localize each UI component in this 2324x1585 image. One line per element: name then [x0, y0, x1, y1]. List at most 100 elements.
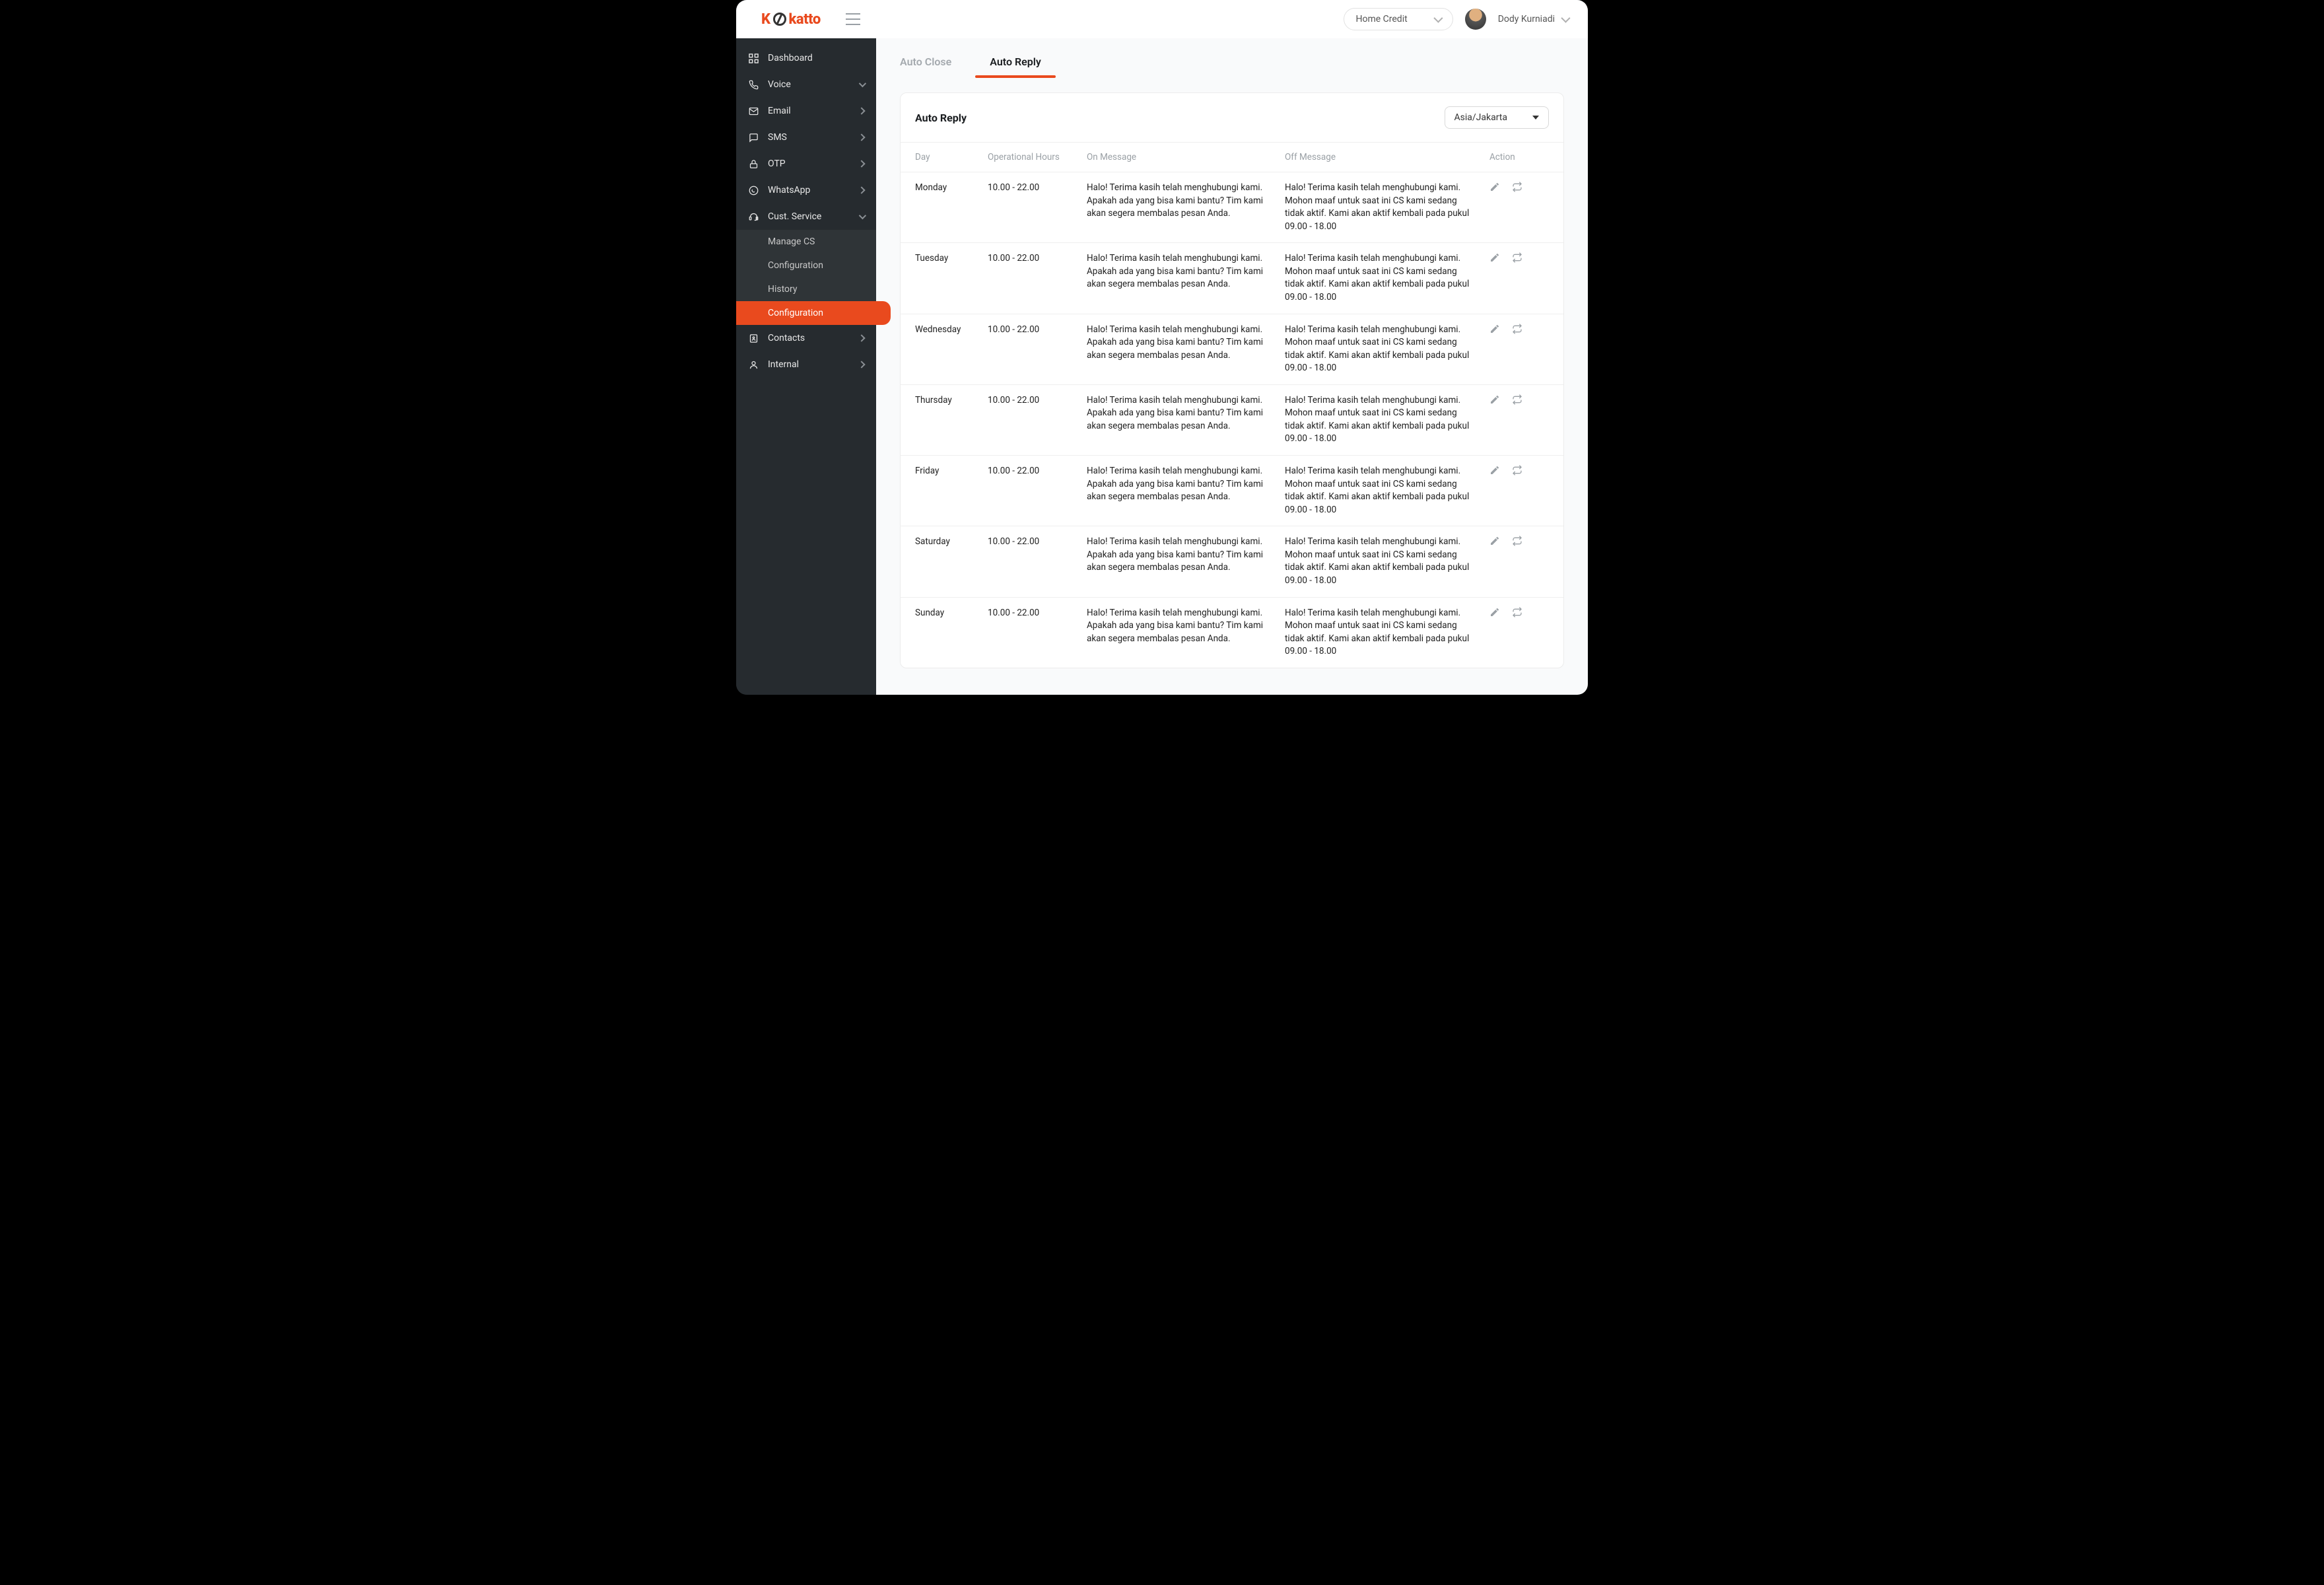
chevron-right-icon	[858, 361, 865, 368]
sidebar-item-internal[interactable]: Internal	[736, 351, 876, 378]
sidebar-item-whatsapp[interactable]: WhatsApp	[736, 177, 876, 203]
cell-day: Monday	[915, 182, 988, 195]
chevron-right-icon	[858, 186, 865, 194]
sidebar-item-dashboard[interactable]: Dashboard	[736, 45, 876, 71]
table-row: Friday10.00 - 22.00Halo! Terima kasih te…	[901, 456, 1563, 526]
cell-actions	[1489, 607, 1549, 617]
repeat-icon[interactable]	[1512, 536, 1522, 546]
cell-day: Saturday	[915, 536, 988, 549]
cell-on-message: Halo! Terima kasih telah menghubungi kam…	[1087, 607, 1285, 646]
chevron-down-icon	[1433, 14, 1443, 23]
avatar[interactable]	[1465, 9, 1486, 30]
user-icon	[748, 359, 759, 370]
sidebar-item-label: Cust. Service	[768, 211, 821, 222]
cell-actions	[1489, 324, 1549, 334]
cell-actions	[1489, 536, 1549, 546]
sidebar-item-voice[interactable]: Voice	[736, 71, 876, 98]
cell-on-message: Halo! Terima kasih telah menghubungi kam…	[1087, 252, 1285, 291]
user-selector[interactable]: Dody Kurniadi	[1498, 14, 1568, 24]
repeat-icon[interactable]	[1512, 607, 1522, 617]
edit-icon[interactable]	[1489, 607, 1500, 617]
chevron-right-icon	[858, 160, 865, 167]
repeat-icon[interactable]	[1512, 182, 1522, 192]
submenu-configuration-active[interactable]: Configuration	[736, 301, 891, 325]
sidebar-item-label: Dashboard	[768, 53, 813, 63]
cell-on-message: Halo! Terima kasih telah menghubungi kam…	[1087, 536, 1285, 575]
cell-off-message: Halo! Terima kasih telah menghubungi kam…	[1285, 182, 1489, 233]
tabs: Auto Close Auto Reply	[900, 38, 1564, 78]
table-row: Sunday10.00 - 22.00Halo! Terima kasih te…	[901, 598, 1563, 668]
cell-hours: 10.00 - 22.00	[988, 465, 1087, 478]
sidebar-item-cust-service[interactable]: Cust. Service	[736, 203, 876, 230]
logo-k: K	[761, 11, 770, 28]
user-name: Dody Kurniadi	[1498, 14, 1555, 24]
content-area: Auto Close Auto Reply Auto Reply Asia/Ja…	[876, 38, 1588, 695]
timezone-selector[interactable]: Asia/Jakarta	[1445, 106, 1550, 129]
grid-icon	[748, 53, 759, 63]
submenu-configuration-1[interactable]: Configuration	[736, 254, 876, 277]
sidebar-item-sms[interactable]: SMS	[736, 124, 876, 151]
auto-reply-card: Auto Reply Asia/Jakarta Day Operational …	[900, 92, 1564, 668]
edit-icon[interactable]	[1489, 182, 1500, 192]
edit-icon[interactable]	[1489, 394, 1500, 405]
org-selector[interactable]: Home Credit	[1344, 8, 1453, 30]
contacts-icon	[748, 333, 759, 343]
card-header: Auto Reply Asia/Jakarta	[901, 93, 1563, 143]
sidebar-item-label: Voice	[768, 79, 791, 90]
chevron-down-icon	[1561, 14, 1570, 23]
app-window: K katto Home Credit Dody Kurniadi Dashbo…	[736, 0, 1588, 695]
cell-on-message: Halo! Terima kasih telah menghubungi kam…	[1087, 465, 1285, 504]
sidebar-item-email[interactable]: Email	[736, 98, 876, 124]
repeat-icon[interactable]	[1512, 465, 1522, 476]
message-icon	[748, 132, 759, 143]
sidebar-item-contacts[interactable]: Contacts	[736, 325, 876, 351]
repeat-icon[interactable]	[1512, 324, 1522, 334]
edit-icon[interactable]	[1489, 536, 1500, 546]
logo-mark-icon	[773, 13, 786, 26]
sidebar-item-label: Contacts	[768, 333, 805, 343]
table-row: Thursday10.00 - 22.00Halo! Terima kasih …	[901, 385, 1563, 456]
sidebar-item-label: Email	[768, 106, 791, 116]
chevron-down-icon	[859, 212, 866, 219]
logo: K katto	[761, 11, 821, 28]
cell-hours: 10.00 - 22.00	[988, 536, 1087, 549]
table-body: Monday10.00 - 22.00Halo! Terima kasih te…	[901, 172, 1563, 668]
repeat-icon[interactable]	[1512, 394, 1522, 405]
cell-day: Thursday	[915, 394, 988, 407]
cell-off-message: Halo! Terima kasih telah menghubungi kam…	[1285, 394, 1489, 446]
card-title: Auto Reply	[915, 112, 967, 124]
edit-icon[interactable]	[1489, 252, 1500, 263]
lock-icon	[748, 158, 759, 169]
hamburger-icon[interactable]	[846, 13, 860, 25]
edit-icon[interactable]	[1489, 324, 1500, 334]
table-row: Monday10.00 - 22.00Halo! Terima kasih te…	[901, 172, 1563, 243]
sidebar-item-label: WhatsApp	[768, 185, 810, 195]
tab-auto-reply[interactable]: Auto Reply	[990, 55, 1041, 77]
org-name: Home Credit	[1356, 14, 1408, 24]
col-hours: Operational Hours	[988, 152, 1087, 162]
tab-auto-close[interactable]: Auto Close	[900, 55, 951, 77]
mail-icon	[748, 106, 759, 116]
cell-hours: 10.00 - 22.00	[988, 394, 1087, 407]
submenu-manage-cs[interactable]: Manage CS	[736, 230, 876, 254]
chevron-right-icon	[858, 334, 865, 341]
repeat-icon[interactable]	[1512, 252, 1522, 263]
cust-service-submenu: Manage CS Configuration History Configur…	[736, 230, 876, 325]
cell-hours: 10.00 - 22.00	[988, 324, 1087, 337]
cell-on-message: Halo! Terima kasih telah menghubungi kam…	[1087, 394, 1285, 433]
cell-on-message: Halo! Terima kasih telah menghubungi kam…	[1087, 182, 1285, 221]
submenu-history[interactable]: History	[736, 277, 876, 301]
col-day: Day	[915, 152, 988, 162]
sidebar-item-otp[interactable]: OTP	[736, 151, 876, 177]
cell-day: Sunday	[915, 607, 988, 620]
whatsapp-icon	[748, 185, 759, 195]
body: Dashboard Voice Email SMS OTP	[736, 38, 1588, 695]
cell-hours: 10.00 - 22.00	[988, 607, 1087, 620]
timezone-value: Asia/Jakarta	[1454, 112, 1508, 123]
cell-off-message: Halo! Terima kasih telah menghubungi kam…	[1285, 607, 1489, 658]
edit-icon[interactable]	[1489, 465, 1500, 476]
cell-on-message: Halo! Terima kasih telah menghubungi kam…	[1087, 324, 1285, 363]
cell-hours: 10.00 - 22.00	[988, 252, 1087, 265]
cell-off-message: Halo! Terima kasih telah menghubungi kam…	[1285, 465, 1489, 516]
sidebar: Dashboard Voice Email SMS OTP	[736, 38, 876, 695]
